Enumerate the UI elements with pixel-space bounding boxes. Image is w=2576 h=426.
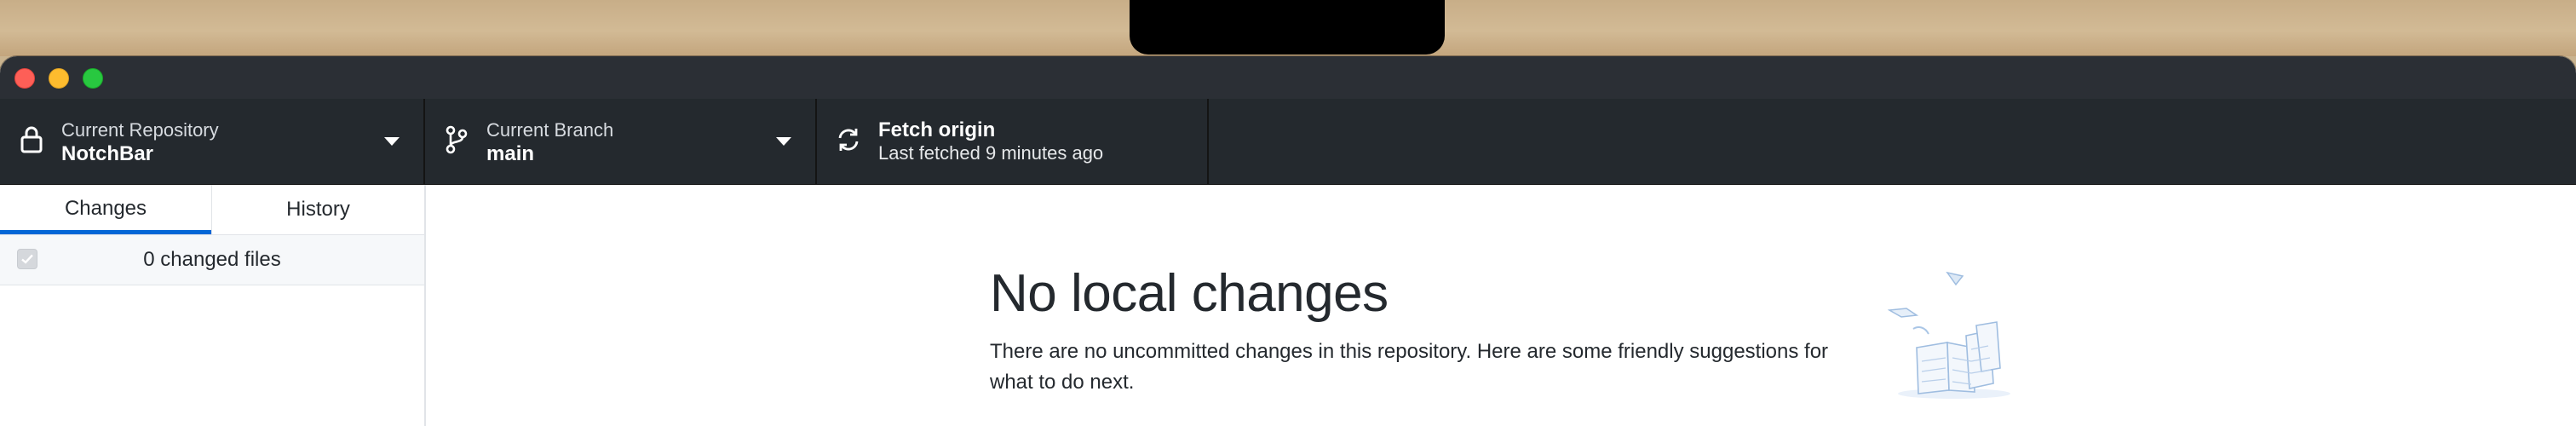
- tab-changes[interactable]: Changes: [0, 185, 211, 234]
- current-repository-label: Current Repository: [61, 119, 219, 141]
- current-branch-name: main: [486, 142, 535, 165]
- fetch-origin-button[interactable]: Fetch origin Last fetched 9 minutes ago: [817, 99, 1209, 184]
- last-fetched-text: Last fetched 9 minutes ago: [878, 142, 1104, 164]
- changes-sidebar: Changes History 0 changed files: [0, 185, 426, 426]
- minimize-window-button[interactable]: [49, 68, 69, 89]
- sync-icon: [838, 129, 859, 151]
- main-content: No local changes There are no uncommitte…: [426, 185, 2576, 426]
- git-branch-icon: [446, 125, 468, 154]
- changed-files-header: 0 changed files: [0, 235, 424, 285]
- fetch-origin-label: Fetch origin: [878, 118, 996, 141]
- tab-history[interactable]: History: [211, 185, 424, 234]
- changed-files-count: 0 changed files: [143, 248, 281, 271]
- title-bar: [0, 56, 2576, 100]
- chevron-down-icon: [384, 137, 400, 146]
- app-window: Current Repository NotchBar Current Bran…: [0, 56, 2576, 426]
- current-repository-name: NotchBar: [61, 142, 154, 165]
- no-changes-description: There are no uncommitted changes in this…: [990, 340, 1829, 394]
- lock-icon: [20, 126, 43, 153]
- toolbar: Current Repository NotchBar Current Bran…: [0, 99, 2576, 185]
- select-all-checkbox[interactable]: [17, 249, 37, 269]
- current-branch-label: Current Branch: [486, 119, 614, 141]
- zoom-window-button[interactable]: [83, 68, 103, 89]
- chevron-down-icon: [776, 137, 791, 146]
- camera-notch: [1130, 0, 1445, 55]
- no-changes-heading: No local changes: [990, 264, 1389, 323]
- empty-state-illustration: [1888, 271, 2010, 399]
- check-icon: [21, 254, 33, 264]
- current-branch-button[interactable]: Current Branch main: [425, 99, 817, 184]
- sidebar-tabs: Changes History: [0, 185, 424, 235]
- close-window-button[interactable]: [14, 68, 35, 89]
- current-repository-button[interactable]: Current Repository NotchBar: [0, 99, 425, 184]
